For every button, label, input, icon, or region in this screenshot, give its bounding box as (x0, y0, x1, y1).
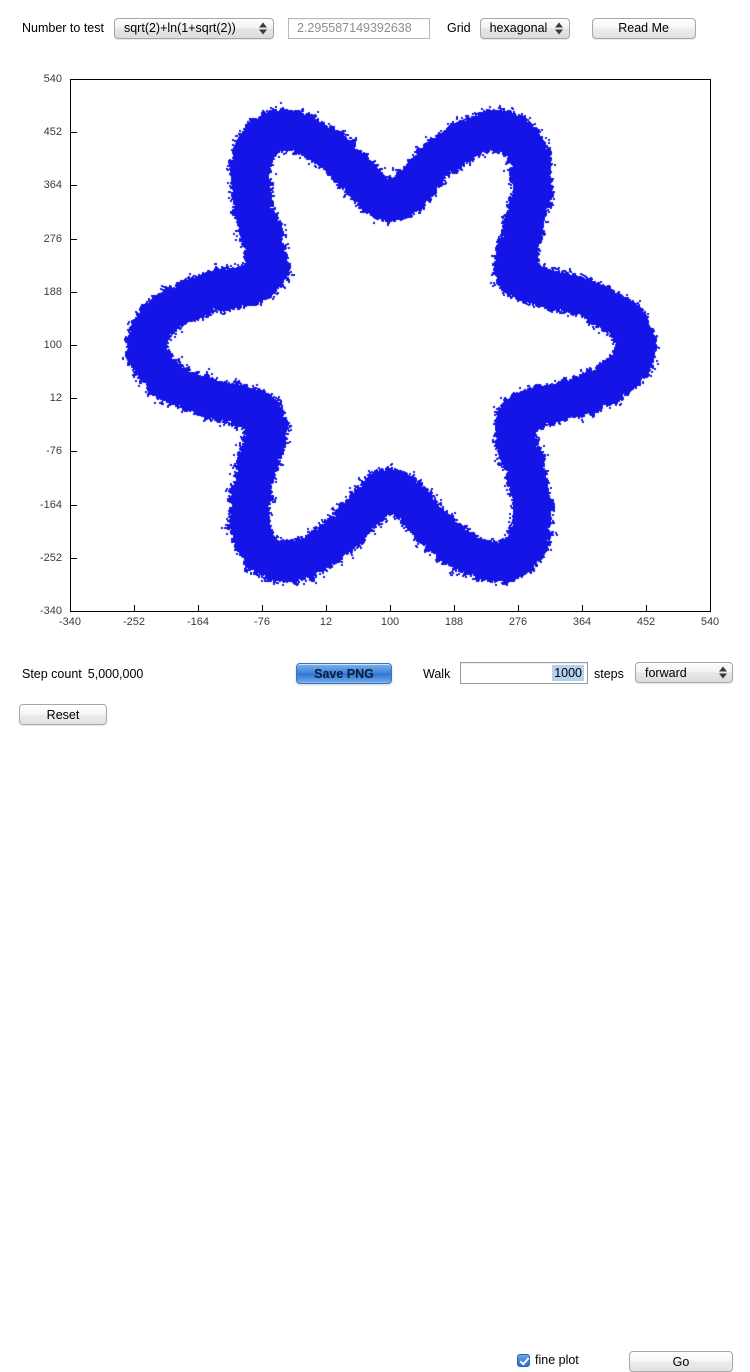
save-png-button[interactable]: Save PNG (296, 663, 392, 684)
y-tick-label: -164 (0, 499, 62, 511)
x-tick-mark (390, 605, 391, 611)
y-tick-mark (71, 132, 77, 133)
steps-label: steps (594, 667, 624, 681)
y-tick-mark (71, 345, 77, 346)
step-count: Step count 5,000,000 (22, 667, 143, 681)
step-count-value: 5,000,000 (88, 667, 144, 681)
x-tick-mark (198, 605, 199, 611)
y-tick-mark (71, 505, 77, 506)
stepper-arrows-icon (259, 21, 268, 36)
plot-area: -340 -252 -164 -76 12 100 188 276 364 452 540 -340 -… (0, 56, 750, 648)
y-tick-mark (71, 398, 77, 399)
y-tick-label: 452 (0, 126, 62, 138)
number-to-test-select[interactable]: sqrt(2)+ln(1+sqrt(2)) (114, 18, 274, 39)
fine-plot-label: fine plot (535, 1353, 579, 1367)
x-tick-mark (326, 605, 327, 611)
fractal-plot-canvas (71, 80, 710, 611)
grid-label: Grid (447, 21, 471, 35)
read-me-button[interactable]: Read Me (592, 18, 696, 39)
x-tick-label: 100 (381, 616, 399, 628)
x-tick-mark (646, 605, 647, 611)
fine-plot-row[interactable]: fine plot (517, 1353, 579, 1367)
x-tick-label: -252 (123, 616, 145, 628)
stepper-arrows-icon (555, 21, 564, 36)
number-value-text: 2.295587149392638 (297, 21, 412, 35)
x-tick-label: -340 (59, 616, 81, 628)
x-tick-mark (518, 605, 519, 611)
y-tick-label: -252 (0, 552, 62, 564)
number-to-test-select-value: sqrt(2)+ln(1+sqrt(2)) (124, 21, 236, 35)
stepper-arrows-icon (718, 665, 727, 680)
x-tick-mark (134, 605, 135, 611)
grid-select[interactable]: hexagonal (480, 18, 570, 39)
x-tick-label: 364 (573, 616, 591, 628)
x-tick-mark (262, 605, 263, 611)
walk-steps-value: 1000 (552, 665, 584, 681)
y-tick-label: 276 (0, 233, 62, 245)
y-tick-mark (71, 239, 77, 240)
y-tick-label: 100 (0, 339, 62, 351)
x-tick-label: 540 (701, 616, 719, 628)
x-tick-label: 188 (445, 616, 463, 628)
y-tick-label: 188 (0, 286, 62, 298)
y-tick-label: 12 (0, 392, 62, 404)
plot-frame[interactable] (70, 79, 711, 612)
y-tick-label: -340 (0, 605, 62, 617)
x-tick-label: 452 (637, 616, 655, 628)
top-toolbar: Number to test sqrt(2)+ln(1+sqrt(2)) 2.2… (0, 0, 750, 56)
go-button[interactable]: Go (629, 1351, 733, 1372)
x-tick-label: -164 (187, 616, 209, 628)
y-tick-label: 364 (0, 179, 62, 191)
walk-label: Walk (423, 667, 450, 681)
x-tick-label: 12 (320, 616, 332, 628)
y-tick-mark (71, 451, 77, 452)
y-tick-label: 540 (0, 73, 62, 85)
reset-button[interactable]: Reset (19, 704, 107, 725)
x-tick-mark (582, 605, 583, 611)
step-count-label: Step count (22, 667, 82, 681)
bottom-controls: Step count 5,000,000 Save PNG Reset Walk … (0, 648, 750, 743)
y-tick-mark (71, 292, 77, 293)
fine-plot-checkbox[interactable] (517, 1354, 530, 1367)
number-to-test-label: Number to test (22, 21, 104, 35)
direction-select-value: forward (645, 666, 687, 680)
y-tick-mark (71, 185, 77, 186)
x-tick-mark (454, 605, 455, 611)
x-tick-label: -76 (254, 616, 270, 628)
grid-select-value: hexagonal (490, 21, 548, 35)
direction-select[interactable]: forward (635, 662, 733, 683)
y-tick-mark (71, 558, 77, 559)
y-tick-label: -76 (0, 445, 62, 457)
x-tick-label: 276 (509, 616, 527, 628)
walk-steps-input[interactable]: 1000 (460, 662, 588, 684)
number-value-field[interactable]: 2.295587149392638 (288, 18, 430, 39)
